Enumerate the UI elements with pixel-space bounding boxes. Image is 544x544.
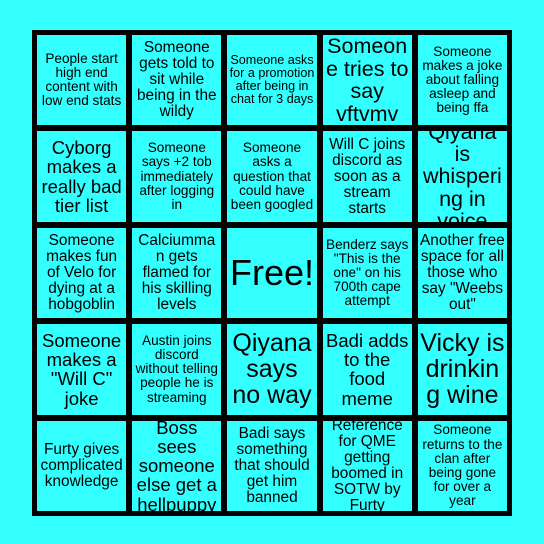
bingo-cell-label: Will C joins discord as soon as a stream…: [329, 135, 406, 217]
bingo-cell-label: Calciumman gets flamed for his skilling …: [138, 231, 216, 314]
bingo-cell[interactable]: Austin joins discord without telling peo…: [132, 324, 222, 415]
bingo-cell[interactable]: Badi adds to the food meme: [322, 324, 412, 415]
bingo-cell-label: Reference for QME getting boomed in SOTW…: [331, 420, 404, 511]
bingo-cell[interactable]: Qiyana is whispering in voice: [417, 131, 507, 222]
bingo-cell-label: Someone makes a joke about falling aslee…: [422, 43, 503, 116]
bingo-cell-label: People start high end content with low e…: [41, 50, 122, 109]
bingo-cell[interactable]: Will C joins discord as soon as a stream…: [322, 131, 412, 222]
bingo-cell[interactable]: Badi says something that should get him …: [227, 420, 317, 511]
bingo-cell-label: Benderz says "This is the one" on his 70…: [326, 236, 409, 309]
bingo-cell-label: Someone returns to the clan after being …: [422, 422, 503, 509]
bingo-cell[interactable]: Someone tries to say vftvmv: [322, 35, 412, 126]
bingo-cell-label: Someone gets told to sit while being in …: [136, 39, 217, 121]
bingo-cell[interactable]: Someone says +2 tob immediately after lo…: [132, 131, 222, 222]
bingo-cell-label: Qiyana is whispering in voice: [422, 131, 502, 222]
bingo-cell-label: Badi adds to the food meme: [326, 329, 409, 409]
bingo-cell-label: Someone tries to say vftvmv: [325, 35, 409, 126]
bingo-cell[interactable]: Benderz says "This is the one" on his 70…: [322, 227, 412, 319]
bingo-cell[interactable]: Another free space for all those who say…: [417, 227, 507, 319]
bingo-cell[interactable]: Someone asks for a promotion after being…: [227, 35, 317, 126]
bingo-cell-label: Someone asks for a promotion after being…: [229, 53, 315, 107]
bingo-cell-label: Vicky is drinking wine: [420, 329, 505, 410]
bingo-cell-label: Cyborg makes a really bad tier list: [41, 137, 122, 216]
bingo-cell-label: Austin joins discord without telling peo…: [135, 333, 218, 405]
bingo-cell[interactable]: Someone gets told to sit while being in …: [132, 35, 222, 126]
bingo-cell[interactable]: Someone returns to the clan after being …: [417, 420, 507, 511]
bingo-cell-label: Another free space for all those who say…: [420, 231, 505, 314]
bingo-cell[interactable]: Vicky is drinking wine: [417, 324, 507, 415]
bingo-cell[interactable]: People start high end content with low e…: [37, 35, 127, 126]
bingo-cell-label: Free!: [229, 252, 314, 294]
bingo-cell[interactable]: Someone makes fun of Velo for dying at a…: [37, 227, 127, 319]
bingo-cell-label: Furty gives complicated knowledge: [40, 440, 123, 490]
bingo-cell-label: Qiyana says no way: [232, 329, 312, 410]
bingo-cell[interactable]: Furty gives complicated knowledge: [37, 420, 127, 511]
bingo-cell-label: Boss sees someone else get a hellpuppy: [136, 420, 217, 511]
bingo-cell-label: Someone says +2 tob immediately after lo…: [139, 140, 215, 212]
bingo-cell-label: Someone asks a question that could have …: [230, 140, 314, 212]
bingo-cell-label: Badi says something that should get him …: [234, 424, 310, 506]
bingo-cell[interactable]: Qiyana says no way: [227, 324, 317, 415]
bingo-cell-free-space[interactable]: Free!: [227, 227, 317, 319]
bingo-cell[interactable]: Calciumman gets flamed for his skilling …: [132, 227, 222, 319]
bingo-cell[interactable]: Someone makes a joke about falling aslee…: [417, 35, 507, 126]
bingo-cell[interactable]: Boss sees someone else get a hellpuppy: [132, 420, 222, 511]
bingo-cell-label: Someone makes fun of Velo for dying at a…: [46, 231, 118, 314]
bingo-card-grid: People start high end content with low e…: [32, 30, 512, 516]
bingo-cell-label: Someone makes a "Will C" joke: [41, 329, 122, 409]
bingo-cell[interactable]: Someone asks a question that could have …: [227, 131, 317, 222]
bingo-cell[interactable]: Cyborg makes a really bad tier list: [37, 131, 127, 222]
bingo-cell[interactable]: Someone makes a "Will C" joke: [37, 324, 127, 415]
bingo-cell[interactable]: Reference for QME getting boomed in SOTW…: [322, 420, 412, 511]
